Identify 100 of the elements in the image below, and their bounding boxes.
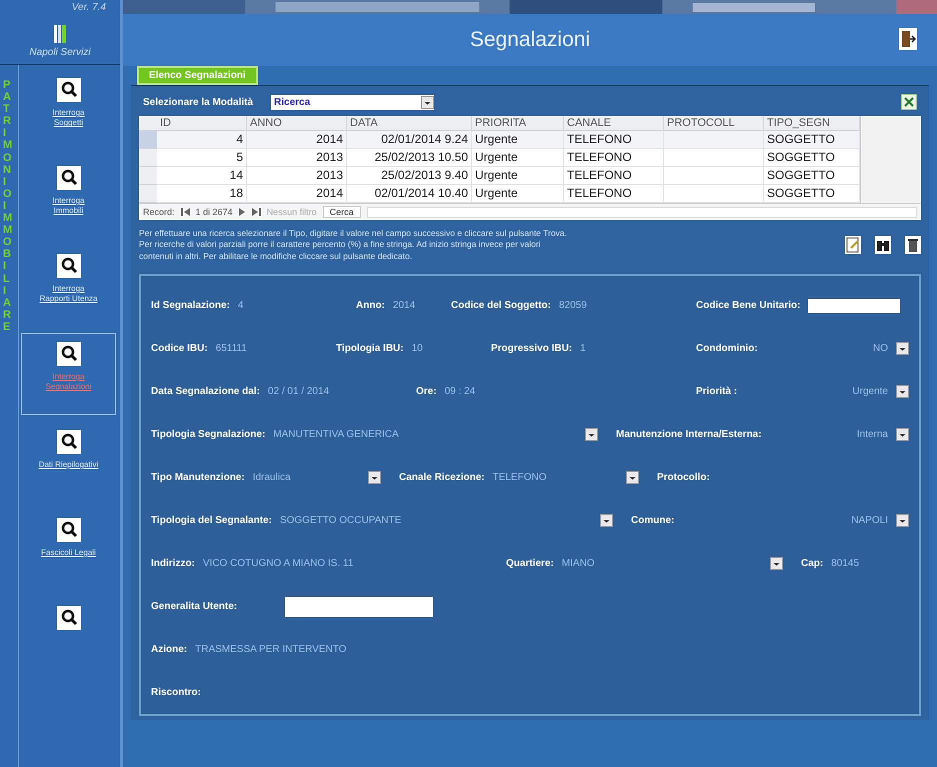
record-label: Record: (143, 207, 175, 217)
dropdown-caret-icon[interactable] (626, 471, 639, 484)
column-header[interactable]: DATA (347, 116, 472, 131)
input-field[interactable] (808, 298, 900, 313)
field-label: Tipologia Segnalazione: (151, 429, 266, 440)
field-label: Canale Ricezione: (399, 472, 485, 484)
field-value: TELEFONO (492, 472, 546, 484)
table-cell: 2014 (247, 131, 347, 149)
table-cell: Urgente (472, 185, 564, 203)
version-label: Ver. 7.4 (70, 1, 107, 13)
sidebar-item[interactable]: Fascicoli Legali (21, 509, 116, 591)
page-title: Segnalazioni (470, 28, 590, 52)
field-value: NAPOLI (851, 515, 888, 526)
field-label: Condominio: (696, 343, 758, 354)
mode-select[interactable]: Ricerca (271, 94, 434, 110)
dropdown-caret-icon[interactable] (585, 428, 598, 442)
table-cell: SOGGETTO (764, 167, 860, 185)
column-header[interactable]: ANNO (247, 116, 347, 131)
table-cell: Urgente (472, 131, 564, 149)
table-cell: TELEFONO (564, 167, 664, 185)
search-icon (56, 254, 80, 278)
table-cell: 18 (157, 185, 247, 203)
field-label: Anno: (356, 300, 385, 312)
field-label: Generalita Utente: (151, 601, 238, 612)
field-label: Tipologia IBU: (336, 343, 404, 354)
table-cell: 25/02/2013 9.40 (347, 167, 472, 185)
field-label: Tipo Manutenzione: (151, 472, 245, 484)
field-label: Cap: (801, 558, 824, 570)
field-value: MIANO (562, 558, 595, 570)
horizontal-scrollbar[interactable] (366, 206, 917, 218)
vertical-label: PATRIMONIO IMMOBILIARE (2, 78, 14, 335)
table-cell: TELEFONO (564, 185, 664, 203)
field-value: NO (873, 343, 888, 354)
field-label: Codice IBU: (151, 343, 208, 354)
table-cell: 4 (157, 131, 247, 149)
trash-icon[interactable] (905, 236, 921, 254)
first-record-icon[interactable] (180, 208, 190, 216)
column-header[interactable]: PROTOCOLL (664, 116, 764, 131)
help-text: Per effettuare una ricerca selezionare il Tipo, digitare il valore nel campo successivo e cliccare sul pulsante Trova. Per ricerche di valori parziali porre il carattere percento (%) a fine stringa. Ad inizio stringa invece per valori contenuti in altri. Per abilitare le modifiche cliccare sul pulsante dedicato. (139, 228, 568, 262)
table-cell: TELEFONO (564, 131, 664, 149)
dropdown-caret-icon[interactable] (896, 428, 909, 442)
table-cell: 5 (157, 149, 247, 167)
exit-icon[interactable] (899, 28, 917, 50)
field-value: TRASMESSA PER INTERVENTO (195, 644, 346, 656)
field-value: 10 (412, 343, 423, 354)
next-record-icon[interactable] (238, 208, 246, 216)
binoculars-icon[interactable] (875, 236, 891, 254)
sidebar-item[interactable]: Interroga Immobili (21, 157, 116, 239)
field-label: Id Segnalazione: (151, 300, 230, 312)
field-label: Tipologia del Segnalante: (151, 515, 272, 526)
search-field[interactable]: Cerca (322, 206, 361, 218)
field-value: 02 / 01 / 2014 (268, 386, 330, 398)
search-icon (56, 166, 80, 190)
sidebar-item[interactable]: Interroga Rapporti Utenza (21, 245, 116, 327)
last-record-icon[interactable] (252, 208, 261, 216)
field-value: MANUTENTIVA GENERICA (273, 429, 399, 440)
table-cell: 14 (157, 167, 247, 185)
search-icon (56, 78, 80, 102)
search-icon (56, 430, 80, 454)
column-header[interactable]: TIPO_SEGN (764, 116, 860, 131)
column-header[interactable]: PRIORITA (472, 116, 564, 131)
dropdown-caret-icon[interactable] (770, 557, 783, 570)
field-label: Ore: (416, 386, 437, 398)
dropdown-caret-icon[interactable] (600, 514, 613, 528)
edit-icon[interactable] (845, 236, 861, 254)
field-value: 4 (238, 300, 244, 312)
field-value: SOGGETTO OCCUPANTE (280, 515, 402, 526)
column-header[interactable]: CANALE (564, 116, 664, 131)
field-label: Priorità : (696, 386, 738, 398)
logo-icon (54, 25, 66, 43)
sidebar-item[interactable]: Interroga Soggetti (21, 69, 116, 151)
table-cell: 2014 (247, 185, 347, 203)
field-label: Codice del Soggetto: (451, 300, 551, 312)
field-value: 2014 (392, 300, 416, 312)
table-cell: SOGGETTO (764, 149, 860, 167)
table-cell: 02/01/2014 10.40 (347, 185, 472, 203)
search-icon (56, 518, 80, 542)
dropdown-caret-icon[interactable] (421, 96, 434, 108)
record-position[interactable]: 1 di 2674 (196, 207, 233, 217)
table-cell: TELEFONO (564, 149, 664, 167)
field-label: Indirizzo: (151, 558, 195, 570)
table-cell: 25/02/2013 10.50 (347, 149, 472, 167)
dropdown-caret-icon[interactable] (896, 514, 909, 528)
search-icon (56, 606, 80, 630)
dropdown-caret-icon[interactable] (896, 385, 909, 398)
vertical-scrollbar[interactable] (860, 116, 921, 203)
field-value: Urgente (852, 386, 888, 398)
field-value: 09 : 24 (444, 386, 476, 398)
field-label: Codice Bene Unitario: (696, 300, 800, 312)
brand-name: Napoli Servizi (0, 47, 120, 65)
sidebar-item[interactable]: Dati Riepilogativi (21, 421, 116, 503)
spreadsheet-icon[interactable] (901, 94, 917, 110)
input-field[interactable] (285, 596, 434, 617)
dropdown-caret-icon[interactable] (896, 342, 909, 356)
field-label: Comune: (631, 515, 674, 526)
dropdown-caret-icon[interactable] (368, 471, 381, 484)
field-value: Idraulica (252, 472, 291, 484)
field-value: 651111 (216, 343, 247, 354)
table-cell: SOGGETTO (764, 131, 860, 149)
column-header[interactable]: ID (157, 116, 247, 131)
